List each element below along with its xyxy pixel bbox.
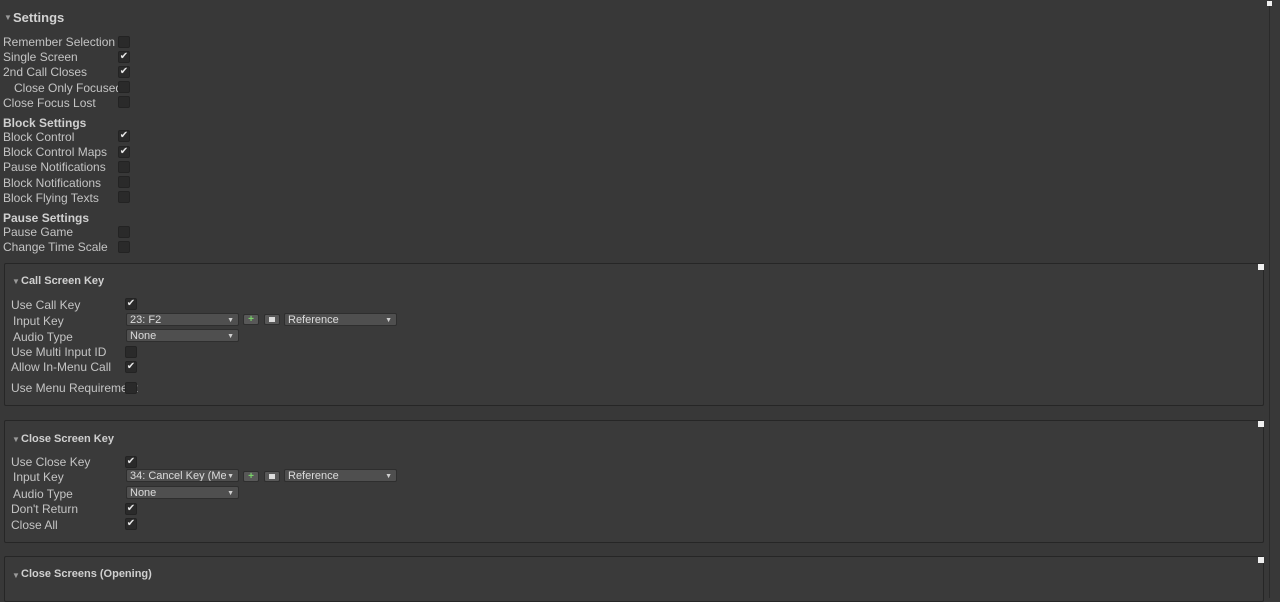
resize-handle[interactable] xyxy=(1267,1,1272,6)
call-reference-value: Reference xyxy=(288,314,339,326)
settings-title: Settings xyxy=(13,10,65,25)
close-screens-opening-foldout-icon[interactable]: ▼ xyxy=(12,571,20,580)
close-input-key-dropdown[interactable]: 34: Cancel Key (Menus) ▼ xyxy=(126,469,239,482)
block-notifications-checkbox[interactable] xyxy=(118,176,130,188)
chevron-down-icon: ▼ xyxy=(227,333,234,340)
use-call-key-checkbox[interactable]: ✔ xyxy=(125,298,137,310)
pause-game-label: Pause Game xyxy=(3,225,74,239)
block-flying-texts-checkbox[interactable] xyxy=(118,191,130,203)
block-flying-texts-label: Block Flying Texts xyxy=(3,191,99,205)
use-menu-requirement-checkbox[interactable] xyxy=(125,382,137,394)
call-input-key-label: Input Key xyxy=(13,314,64,328)
close-audio-type-value: None xyxy=(130,487,157,499)
block-notifications-label: Block Notifications xyxy=(3,176,102,190)
single-screen-checkbox[interactable]: ✔ xyxy=(118,51,130,63)
use-multi-input-id-label: Use Multi Input ID xyxy=(11,345,107,359)
call-input-key-value: 23: F2 xyxy=(130,314,162,326)
close-screens-opening-panel xyxy=(4,556,1264,602)
call-add-button[interactable]: + xyxy=(243,314,259,325)
remember-selection-checkbox[interactable] xyxy=(118,36,130,48)
pause-notifications-checkbox[interactable] xyxy=(118,161,130,173)
use-close-key-checkbox[interactable]: ✔ xyxy=(125,456,137,468)
chevron-down-icon: ▼ xyxy=(385,317,392,324)
dont-return-checkbox[interactable]: ✔ xyxy=(125,503,137,515)
scrollbar[interactable] xyxy=(1269,0,1280,598)
call-reference-dropdown[interactable]: Reference ▼ xyxy=(284,313,397,326)
use-menu-requirement-label: Use Menu Requirement xyxy=(11,381,138,395)
close-only-focused-label: Close Only Focused xyxy=(14,81,123,95)
change-time-scale-label: Change Time Scale xyxy=(3,240,108,254)
block-settings-header: Block Settings xyxy=(3,116,87,130)
second-call-closes-checkbox[interactable]: ✔ xyxy=(118,66,130,78)
square-icon xyxy=(269,317,275,322)
close-input-key-value: 34: Cancel Key (Menus) xyxy=(130,470,226,482)
call-audio-type-dropdown[interactable]: None ▼ xyxy=(126,329,239,342)
pause-notifications-label: Pause Notifications xyxy=(3,160,106,174)
block-control-checkbox[interactable]: ✔ xyxy=(118,130,130,142)
block-control-maps-checkbox[interactable]: ✔ xyxy=(118,146,130,158)
plus-icon: + xyxy=(248,471,254,482)
close-audio-type-label: Audio Type xyxy=(13,487,73,501)
call-audio-type-label: Audio Type xyxy=(13,330,73,344)
panel-handle[interactable] xyxy=(1258,421,1264,427)
second-call-closes-label: 2nd Call Closes xyxy=(3,65,88,79)
change-time-scale-checkbox[interactable] xyxy=(118,241,130,253)
single-screen-label: Single Screen xyxy=(3,50,78,64)
pause-settings-header: Pause Settings xyxy=(3,211,90,225)
chevron-down-icon: ▼ xyxy=(385,473,392,480)
call-screen-key-foldout-icon[interactable]: ▼ xyxy=(12,277,20,286)
use-call-key-label: Use Call Key xyxy=(11,298,81,312)
close-all-checkbox[interactable]: ✔ xyxy=(125,518,137,530)
call-remove-button[interactable] xyxy=(264,314,280,325)
close-all-label: Close All xyxy=(11,518,58,532)
block-control-label: Block Control xyxy=(3,130,75,144)
close-remove-button[interactable] xyxy=(264,471,280,482)
square-icon xyxy=(269,474,275,479)
close-focus-lost-label: Close Focus Lost xyxy=(3,96,96,110)
allow-in-menu-call-label: Allow In-Menu Call xyxy=(11,360,112,374)
call-audio-type-value: None xyxy=(130,330,157,342)
close-screens-opening-title: Close Screens (Opening) xyxy=(21,568,152,580)
remember-selection-label: Remember Selection xyxy=(3,35,116,49)
pause-game-checkbox[interactable] xyxy=(118,226,130,238)
close-reference-value: Reference xyxy=(288,470,339,482)
allow-in-menu-call-checkbox[interactable]: ✔ xyxy=(125,361,137,373)
chevron-down-icon: ▼ xyxy=(227,490,234,497)
call-screen-key-title: Call Screen Key xyxy=(21,275,105,287)
close-screen-key-foldout-icon[interactable]: ▼ xyxy=(12,435,20,444)
block-control-maps-label: Block Control Maps xyxy=(3,145,108,159)
close-input-key-label: Input Key xyxy=(13,470,64,484)
use-multi-input-id-checkbox[interactable] xyxy=(125,346,137,358)
call-input-key-dropdown[interactable]: 23: F2 ▼ xyxy=(126,313,239,326)
panel-handle[interactable] xyxy=(1258,557,1264,563)
close-screen-key-title: Close Screen Key xyxy=(21,433,114,445)
panel-handle[interactable] xyxy=(1258,264,1264,270)
use-close-key-label: Use Close Key xyxy=(11,455,91,469)
dont-return-label: Don't Return xyxy=(11,502,78,516)
chevron-down-icon: ▼ xyxy=(227,473,234,480)
close-reference-dropdown[interactable]: Reference ▼ xyxy=(284,469,397,482)
settings-foldout-icon[interactable]: ▼ xyxy=(4,13,12,22)
close-only-focused-checkbox[interactable] xyxy=(118,81,130,93)
close-audio-type-dropdown[interactable]: None ▼ xyxy=(126,486,239,499)
chevron-down-icon: ▼ xyxy=(227,317,234,324)
close-focus-lost-checkbox[interactable] xyxy=(118,96,130,108)
plus-icon: + xyxy=(248,314,254,325)
close-add-button[interactable]: + xyxy=(243,471,259,482)
